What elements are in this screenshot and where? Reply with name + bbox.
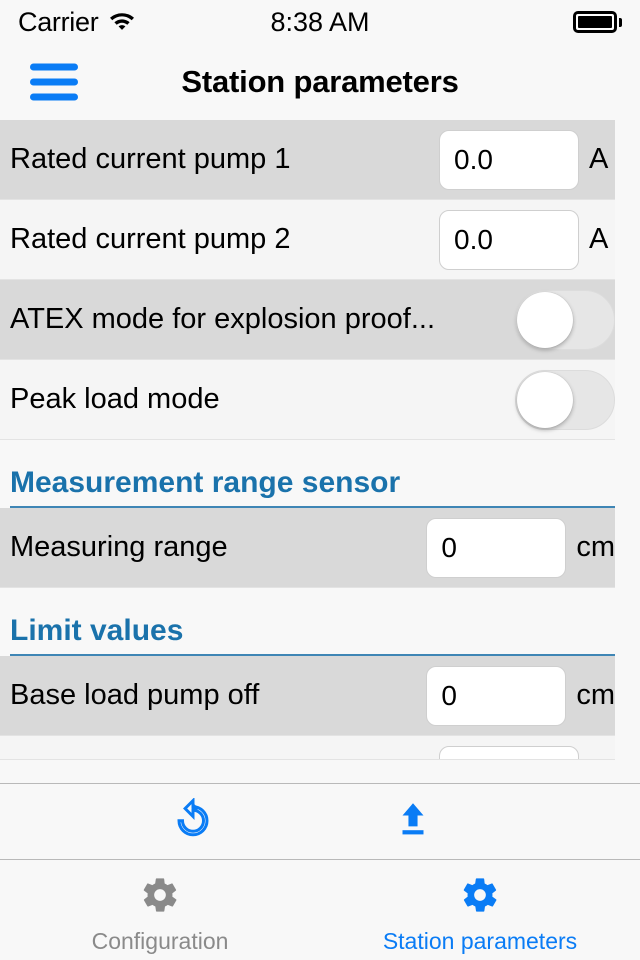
row-label: Rated current pump 1 (10, 143, 291, 175)
hamburger-menu-icon[interactable] (30, 63, 78, 101)
tab-station-parameters[interactable]: Station parameters (320, 861, 640, 960)
unit-label: A (589, 223, 609, 255)
unit-label: cm (576, 531, 615, 563)
action-toolbar (0, 783, 640, 860)
table-row[interactable]: ATEX mode for explosion proof... (0, 280, 615, 360)
gear-icon (140, 875, 180, 920)
refresh-icon[interactable] (172, 797, 214, 845)
page-title: Station parameters (181, 64, 459, 99)
tab-label: Configuration (91, 927, 229, 954)
gear-icon (460, 875, 500, 920)
tab-configuration[interactable]: Configuration (0, 861, 320, 960)
tab-bar: Configuration Station parameters (0, 861, 640, 960)
row-label: ATEX mode for explosion proof... (10, 303, 436, 335)
rated-current-pump-2-input[interactable]: 0.0 (439, 209, 579, 270)
row-label: Measuring range (10, 531, 228, 563)
table-row[interactable]: Rated current pump 2 0.0 A (0, 200, 615, 280)
base-load-pump-off-input[interactable]: 0 (426, 665, 567, 726)
table-row[interactable]: Rated current pump 1 0.0 A (0, 120, 615, 200)
battery-full-icon (573, 11, 622, 33)
upload-icon[interactable] (392, 798, 434, 845)
row-value-group: 0 cm (426, 665, 615, 726)
atex-mode-toggle[interactable] (515, 289, 615, 350)
section-title: Measurement range sensor (10, 466, 401, 499)
section-header-limit-values: Limit values (0, 588, 615, 656)
parameters-list[interactable]: Rated current pump 1 0.0 A Rated current… (0, 120, 640, 783)
tab-label: Station parameters (382, 927, 578, 954)
row-value-group (515, 289, 615, 350)
app-screen: Carrier 8:38 AM Station parameters Rated… (0, 0, 640, 960)
section-header-measurement-range-sensor: Measurement range sensor (0, 440, 615, 508)
row-label: Base load pump off (10, 679, 260, 711)
peak-load-mode-toggle[interactable] (515, 369, 615, 430)
toggle-knob (517, 291, 573, 348)
row-label: Peak load mode (10, 383, 220, 415)
next-value-input[interactable] (439, 746, 579, 759)
section-title: Limit values (10, 614, 184, 647)
clock-label: 8:38 AM (270, 6, 370, 37)
measuring-range-input[interactable]: 0 (426, 517, 567, 578)
table-row-partial[interactable] (0, 736, 615, 760)
toggle-knob (517, 371, 573, 428)
row-value-group: 0.0 A (439, 209, 615, 270)
navigation-bar: Station parameters (0, 44, 640, 120)
table-row[interactable]: Base load pump off 0 cm (0, 656, 615, 736)
unit-label: A (589, 143, 609, 175)
status-bar: Carrier 8:38 AM (0, 0, 640, 44)
table-row[interactable]: Measuring range 0 cm (0, 508, 615, 588)
row-value-group (515, 369, 615, 430)
unit-label: cm (576, 679, 615, 711)
row-value-group: 0.0 A (439, 129, 615, 190)
row-label: Rated current pump 2 (10, 223, 291, 255)
row-value-group: 0 cm (426, 517, 615, 578)
row-value-group (439, 736, 615, 759)
rated-current-pump-1-input[interactable]: 0.0 (439, 129, 579, 190)
table-row[interactable]: Peak load mode (0, 360, 615, 440)
